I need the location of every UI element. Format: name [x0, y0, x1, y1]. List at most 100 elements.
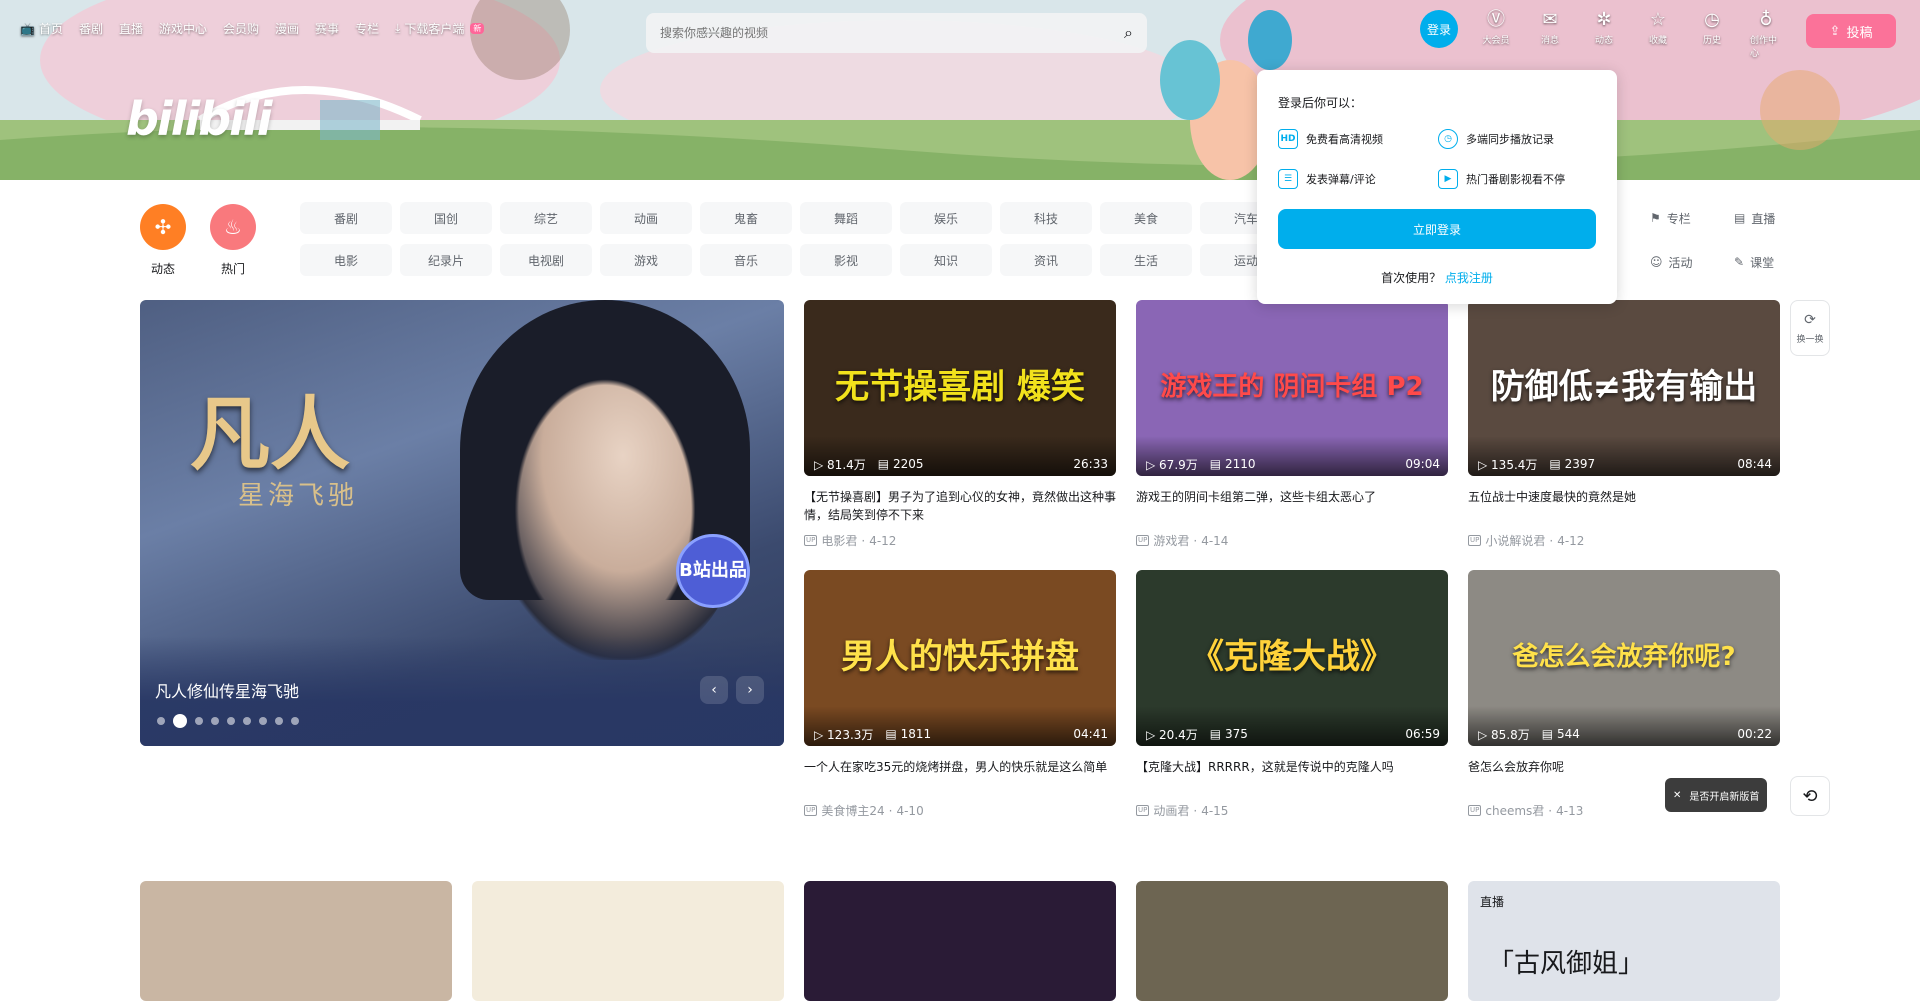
video-meta: UP 小说解说君 · 4-12 — [1468, 532, 1780, 549]
meta-separator: · — [861, 533, 866, 548]
video-thumbnail[interactable] — [140, 881, 452, 1001]
back-to-top-button[interactable]: ⟲ — [1790, 776, 1830, 816]
search-icon[interactable]: ⌕ — [1124, 23, 1133, 43]
video-thumbnail[interactable] — [1136, 881, 1448, 1001]
top-nav: 📺 首页 番剧 直播 游戏中心 会员购 漫画 赛事 专栏 ⤓ 下载客户端 新 — [20, 20, 485, 37]
channel-tag[interactable]: 音乐 — [700, 244, 792, 276]
carousel-dot[interactable] — [227, 717, 235, 725]
channel-tag[interactable]: 影视 — [800, 244, 892, 276]
video-title[interactable]: 【无节操喜剧】男子为了追到心仪的女神，竟然做出这种事情，结局笑到停不下来 — [804, 488, 1116, 524]
nav-dynamics[interactable]: ✲ 动态 — [1588, 10, 1620, 47]
nav-home[interactable]: 📺 首页 — [20, 20, 63, 37]
video-card[interactable]: 游戏王的 阴间卡组 P2 ▷ 67.9万 ▤ 2110 09:04 游戏王的阴间… — [1136, 300, 1448, 549]
channel-tag[interactable]: 动画 — [600, 202, 692, 234]
video-thumbnail[interactable]: 直播 「古风御姐」 — [1468, 881, 1780, 1001]
video-card[interactable]: 防御低≠我有输出 ▷ 135.4万 ▤ 2397 08:44 五位战士中速度最快… — [1468, 300, 1780, 549]
video-thumbnail[interactable] — [472, 881, 784, 1001]
channel-tag[interactable]: 知识 — [900, 244, 992, 276]
nav-manga[interactable]: 漫画 — [275, 20, 299, 37]
channel-activity[interactable]: ☺ 活动 — [1650, 250, 1734, 274]
video-author[interactable]: 动画君 — [1153, 802, 1189, 819]
channel-tag[interactable]: 综艺 — [500, 202, 592, 234]
nav-download-client[interactable]: ⤓ 下载客户端 新 — [395, 20, 485, 37]
channel-tag[interactable]: 科技 — [1000, 202, 1092, 234]
video-thumbnail[interactable]: 无节操喜剧 爆笑 ▷ 81.4万 ▤ 2205 26:33 — [804, 300, 1116, 476]
login-now-button[interactable]: 立即登录 — [1278, 209, 1596, 249]
play-count: ▷ 135.4万 — [1478, 457, 1538, 472]
video-title[interactable]: 游戏王的阴间卡组第二弹，这些卡组太恶心了 — [1136, 488, 1448, 524]
channel-column[interactable]: ⚑ 专栏 — [1650, 206, 1734, 230]
upload-button[interactable]: ⇪ 投稿 — [1806, 14, 1896, 48]
channel-hot[interactable]: ♨ 热门 — [210, 204, 256, 277]
video-thumbnail[interactable]: 游戏王的 阴间卡组 P2 ▷ 67.9万 ▤ 2110 09:04 — [1136, 300, 1448, 476]
close-icon[interactable]: ✕ — [1673, 790, 1681, 801]
video-title[interactable]: 一个人在家吃35元的烧烤拼盘，男人的快乐就是这么简单 — [804, 758, 1116, 794]
channel-tag[interactable]: 纪录片 — [400, 244, 492, 276]
video-card[interactable]: 无节操喜剧 爆笑 ▷ 81.4万 ▤ 2205 26:33 【无节操喜剧】男子为… — [804, 300, 1116, 549]
nav-game-center[interactable]: 游戏中心 — [159, 20, 207, 37]
register-link[interactable]: 点我注册 — [1445, 271, 1493, 285]
refresh-button[interactable]: ⟳ 换一换 — [1790, 300, 1830, 356]
carousel-dot[interactable] — [173, 714, 187, 728]
nav-mall[interactable]: 会员购 — [223, 20, 259, 37]
carousel-dot[interactable] — [259, 717, 267, 725]
perk-label: 热门番剧影视看不停 — [1466, 173, 1565, 186]
nav-vip[interactable]: Ⓥ 大会员 — [1480, 10, 1512, 47]
channel-tag[interactable]: 生活 — [1100, 244, 1192, 276]
nav-creator-center[interactable]: ♁ 创作中心 — [1750, 10, 1782, 60]
nav-history[interactable]: ◷ 历史 — [1696, 10, 1728, 47]
video-thumbnail[interactable]: 《克隆大战》 ▷ 20.4万 ▤ 375 06:59 — [1136, 570, 1448, 746]
toast-text[interactable]: 是否开启新版首页推荐 — [1689, 788, 1759, 803]
nav-esports[interactable]: 赛事 — [315, 20, 339, 37]
carousel-dot[interactable] — [195, 717, 203, 725]
video-author[interactable]: 美食博主24 — [821, 802, 884, 819]
nav-live[interactable]: 直播 — [119, 20, 143, 37]
bilibili-original-stamp: B站出品 — [676, 534, 750, 608]
bilibili-logo[interactable]: bilibili — [126, 92, 272, 146]
video-thumbnail[interactable] — [804, 881, 1116, 1001]
channel-activity-label: 活动 — [1668, 255, 1693, 270]
carousel-dot[interactable] — [275, 717, 283, 725]
video-duration: 09:04 — [1405, 457, 1440, 471]
video-author[interactable]: 小说解说君 — [1485, 532, 1545, 549]
carousel-dot[interactable] — [243, 717, 251, 725]
video-author[interactable]: cheems君 — [1485, 802, 1544, 819]
video-thumbnail[interactable]: 防御低≠我有输出 ▷ 135.4万 ▤ 2397 08:44 — [1468, 300, 1780, 476]
nav-anime[interactable]: 番剧 — [79, 20, 103, 37]
video-card[interactable]: 《克隆大战》 ▷ 20.4万 ▤ 375 06:59 【克隆大战】RRRRR，这… — [1136, 570, 1448, 819]
channel-classroom[interactable]: ✎ 课堂 — [1734, 250, 1818, 274]
channel-tag[interactable]: 游戏 — [600, 244, 692, 276]
search-input[interactable] — [660, 26, 1125, 40]
channel-live[interactable]: ▤ 直播 — [1734, 206, 1818, 230]
video-thumbnail[interactable]: 男人的快乐拼盘 ▷ 123.3万 ▤ 1811 04:41 — [804, 570, 1116, 746]
channel-dynamic[interactable]: ✣ 动态 — [140, 204, 186, 277]
video-title[interactable]: 五位战士中速度最快的竟然是她 — [1468, 488, 1780, 524]
channel-tag[interactable]: 娱乐 — [900, 202, 992, 234]
nav-favorites[interactable]: ☆ 收藏 — [1642, 10, 1674, 47]
channel-tag[interactable]: 舞蹈 — [800, 202, 892, 234]
channel-tag[interactable]: 番剧 — [300, 202, 392, 234]
video-author[interactable]: 游戏君 — [1153, 532, 1189, 549]
hero-carousel[interactable]: 凡人 星海飞驰 B站出品 凡人修仙传星海飞驰 ‹ › — [140, 300, 784, 746]
carousel-dot[interactable] — [157, 717, 165, 725]
video-author[interactable]: 电影君 — [821, 532, 857, 549]
nav-messages[interactable]: ✉ 消息 — [1534, 10, 1566, 47]
carousel-prev-button[interactable]: ‹ — [700, 676, 728, 704]
carousel-dot[interactable] — [211, 717, 219, 725]
video-thumbnail[interactable]: 爸怎么会放弃你呢? ▷ 85.8万 ▤ 544 00:22 — [1468, 570, 1780, 746]
channel-tag[interactable]: 资讯 — [1000, 244, 1092, 276]
login-avatar-button[interactable]: 登录 — [1420, 10, 1458, 48]
channel-tag[interactable]: 鬼畜 — [700, 202, 792, 234]
nav-column[interactable]: 专栏 — [355, 20, 379, 37]
play-count: ▷ 67.9万 — [1146, 457, 1198, 472]
carousel-next-button[interactable]: › — [736, 676, 764, 704]
channel-tag[interactable]: 电影 — [300, 244, 392, 276]
video-title[interactable]: 【克隆大战】RRRRR，这就是传说中的克隆人吗 — [1136, 758, 1448, 794]
channel-tag[interactable]: 美食 — [1100, 202, 1192, 234]
channel-tag[interactable]: 国创 — [400, 202, 492, 234]
channel-tag[interactable]: 电视剧 — [500, 244, 592, 276]
carousel-dot[interactable] — [291, 717, 299, 725]
hero-caption[interactable]: 凡人修仙传星海飞驰 — [155, 678, 299, 702]
play-count-value: 135.4万 — [1491, 457, 1538, 472]
video-card[interactable]: 男人的快乐拼盘 ▷ 123.3万 ▤ 1811 04:41 一个人在家吃35元的… — [804, 570, 1116, 819]
